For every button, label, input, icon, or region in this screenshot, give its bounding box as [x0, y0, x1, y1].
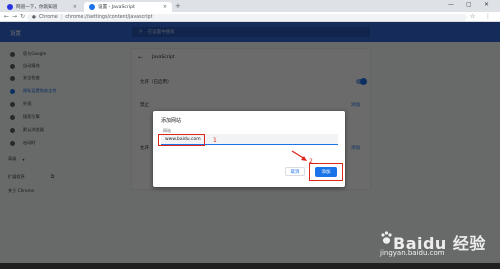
taskbar	[0, 263, 500, 269]
new-tab-button[interactable]: +	[175, 2, 181, 11]
tab-baidu[interactable]: 网道一下，你就知道 ×	[2, 2, 82, 12]
highlight-box-input	[158, 134, 205, 146]
tab-settings-javascript[interactable]: 设置 - JavaScript ×	[84, 2, 172, 12]
chrome-scheme-label: Chrome	[38, 14, 58, 20]
site-info-icon[interactable]: ●	[32, 15, 36, 20]
step-number-1: 1	[213, 137, 217, 144]
title-bar: 网道一下，你就知道 × 设置 - JavaScript × + — ▢ ✕	[0, 0, 500, 12]
reload-icon[interactable]: ↻	[20, 13, 25, 21]
address-separator: |	[60, 14, 63, 20]
url-text: chrome://settings/content/javascript	[65, 14, 153, 20]
forward-icon[interactable]: →	[12, 13, 17, 21]
toolbar: ← → ↻ ● Chrome | chrome://settings/conte…	[0, 12, 500, 22]
baidu-favicon-icon	[7, 4, 13, 10]
back-icon[interactable]: ←	[4, 13, 9, 21]
watermark-url: jingyan.baidu.com	[380, 249, 445, 257]
tab-title: 设置 - JavaScript	[98, 5, 135, 10]
close-tab-icon[interactable]: ×	[73, 4, 77, 10]
close-window-button[interactable]: ✕	[484, 1, 489, 8]
close-tab-icon[interactable]: ×	[163, 4, 167, 10]
paw-logo-icon	[381, 231, 392, 244]
cancel-button[interactable]: 取消	[285, 167, 305, 176]
tab-title: 网道一下，你就知道	[16, 5, 58, 10]
minimize-button[interactable]: —	[448, 1, 454, 8]
maximize-button[interactable]: ▢	[466, 1, 472, 8]
menu-icon[interactable]: ⋮	[485, 13, 491, 20]
dialog-title: 添加网站	[161, 118, 182, 124]
address-bar[interactable]: ● Chrome | chrome://settings/content/jav…	[27, 13, 467, 21]
highlight-box-add-button	[309, 163, 343, 181]
bookmark-star-icon[interactable]: ☆	[470, 13, 475, 20]
settings-favicon-icon	[89, 4, 95, 10]
baidu-jingyan-watermark: Baidu 经验 jingyan.baidu.com	[380, 228, 498, 260]
